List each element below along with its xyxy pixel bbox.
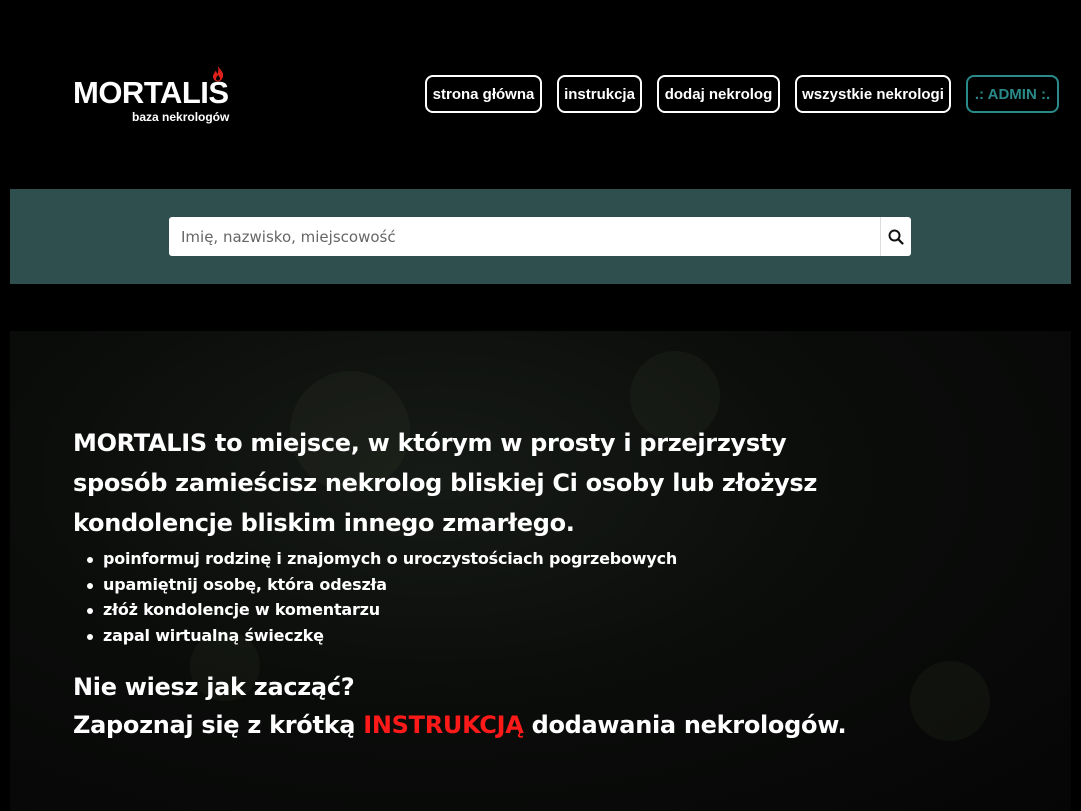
nav-instructions-button[interactable]: instrukcja (557, 75, 642, 113)
call-to-action: Nie wiesz jak zacząć? Zapoznaj się z kró… (73, 668, 873, 744)
search-button[interactable] (880, 217, 911, 256)
search-band (10, 189, 1071, 284)
nav-add-obituary-button[interactable]: dodaj nekrolog (657, 75, 780, 113)
page-header: MORTALIS baza nekrologów strona główna i… (0, 0, 1081, 190)
nav-admin-button[interactable]: .: ADMIN :. (966, 75, 1059, 113)
search-box (169, 217, 911, 256)
cta-suffix: dodawania nekrologów. (523, 711, 847, 739)
hero-section: MORTALIS to miejsce, w którym w prosty i… (10, 331, 1071, 811)
cta-sentence: Zapoznaj się z krótką INSTRUKCJĄ dodawan… (73, 706, 873, 744)
logo-wordmark: MORTALIS (73, 75, 229, 110)
main-nav: strona główna instrukcja dodaj nekrolog … (425, 75, 1059, 113)
instructions-link[interactable]: INSTRUKCJĄ (363, 711, 524, 739)
logo-tagline: baza nekrologów (132, 110, 230, 124)
cta-question: Nie wiesz jak zacząć? (73, 673, 355, 701)
feature-list: poinformuj rodzinę i znajomych o uroczys… (73, 546, 873, 648)
feature-item: poinformuj rodzinę i znajomych o uroczys… (87, 546, 873, 572)
flame-icon (211, 66, 225, 82)
feature-item: złóż kondolencje w komentarzu (87, 597, 873, 623)
nav-all-obituaries-button[interactable]: wszystkie nekrologi (795, 75, 951, 113)
background-bokeh (910, 661, 990, 741)
hero-text: MORTALIS to miejsce, w którym w prosty i… (73, 423, 873, 744)
search-input[interactable] (169, 217, 880, 256)
site-logo[interactable]: MORTALIS baza nekrologów (73, 66, 253, 128)
feature-item: upamiętnij osobę, która odeszła (87, 572, 873, 598)
feature-item: zapal wirtualną świeczkę (87, 623, 873, 649)
search-icon (888, 229, 904, 245)
intro-paragraph: MORTALIS to miejsce, w którym w prosty i… (73, 429, 818, 537)
cta-prefix: Zapoznaj się z krótką (73, 711, 364, 739)
nav-home-button[interactable]: strona główna (425, 75, 542, 113)
